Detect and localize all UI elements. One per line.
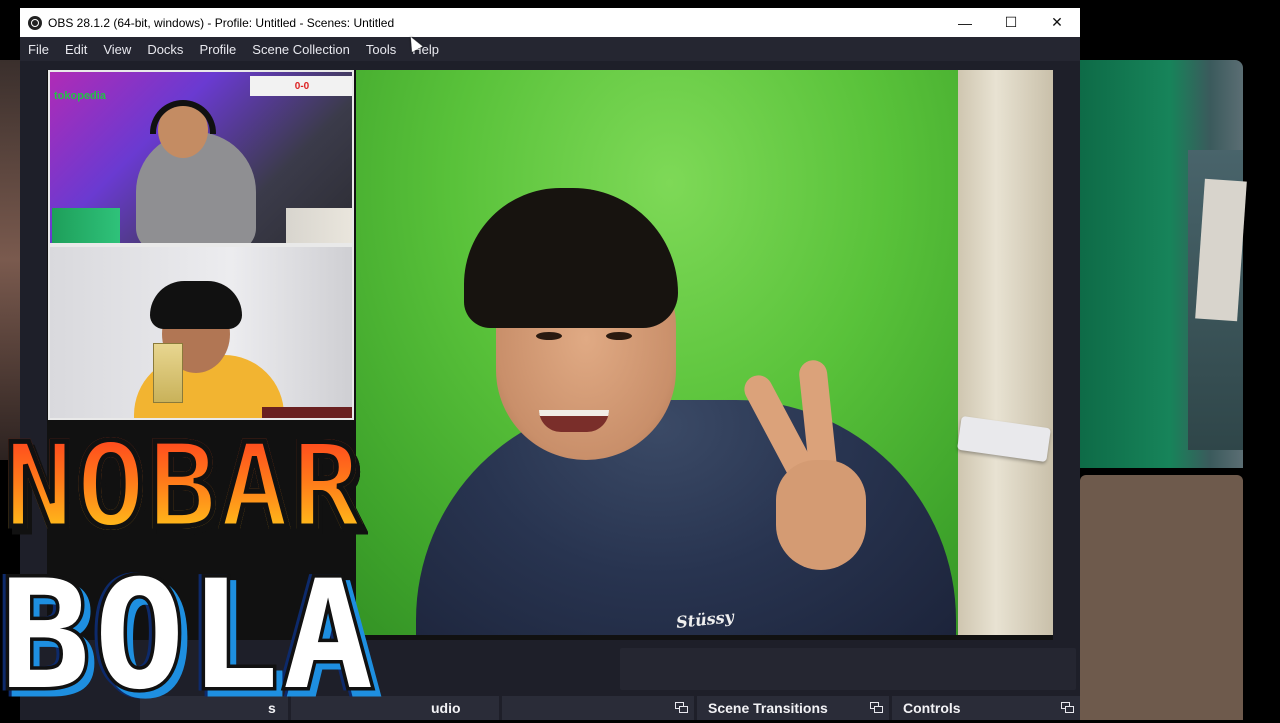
dock-panel	[620, 648, 1076, 690]
dock-controls-header[interactable]: Controls	[892, 696, 1080, 720]
dock-controls-label: Controls	[903, 700, 961, 716]
window-controls: — ☐ ✕	[942, 8, 1080, 37]
pip-webcam-source[interactable]	[48, 245, 354, 420]
menu-docks[interactable]: Docks	[139, 42, 191, 57]
float-dock-icon[interactable]	[870, 702, 883, 713]
menu-scene-collection[interactable]: Scene Collection	[244, 42, 358, 57]
obs-logo-icon	[28, 15, 42, 30]
pip-thumbnail-right	[286, 208, 352, 243]
camera-source[interactable]: Stüssy	[356, 70, 1053, 635]
hand-palm	[776, 460, 866, 570]
dock-scenes-label: s	[268, 700, 276, 716]
pip-stream-source[interactable]: tokopedia 0-0	[48, 70, 354, 245]
dock-sources-header[interactable]	[502, 696, 694, 720]
score-banner: 0-0	[250, 76, 352, 96]
menu-file[interactable]: File	[20, 42, 57, 57]
dock-audio-header[interactable]: udio	[291, 696, 499, 720]
dock-scenes-header[interactable]: s	[140, 696, 288, 720]
dock-scene-transitions-label: Scene Transitions	[708, 700, 828, 716]
title-bar[interactable]: OBS 28.1.2 (64-bit, windows) - Profile: …	[20, 8, 1080, 37]
menu-tools[interactable]: Tools	[358, 42, 404, 57]
person-mouth	[539, 410, 609, 432]
person-left-eye	[536, 332, 562, 340]
background-desk	[1080, 475, 1243, 720]
maximize-button[interactable]: ☐	[988, 8, 1034, 37]
peace-sign-hand	[739, 358, 876, 580]
window-title: OBS 28.1.2 (64-bit, windows) - Profile: …	[48, 15, 395, 30]
float-dock-icon[interactable]	[675, 702, 688, 713]
close-button[interactable]: ✕	[1034, 8, 1080, 37]
speaker	[262, 407, 352, 418]
menu-profile[interactable]: Profile	[191, 42, 244, 57]
menu-bar: File Edit View Docks Profile Scene Colle…	[20, 37, 1080, 61]
menu-view[interactable]: View	[95, 42, 139, 57]
brand-label: tokopedia	[54, 90, 106, 102]
minimize-button[interactable]: —	[942, 8, 988, 37]
dock-scene-transitions-header[interactable]: Scene Transitions	[697, 696, 889, 720]
headset-icon	[150, 100, 216, 134]
person-hair	[464, 188, 678, 328]
pip-thumbnail-left	[52, 208, 120, 243]
milk-carton	[153, 343, 183, 403]
camera-wall	[958, 70, 1053, 635]
float-dock-icon[interactable]	[1061, 702, 1074, 713]
dock-audio-label: udio	[431, 700, 461, 716]
background-left-strip	[0, 60, 20, 460]
menu-edit[interactable]: Edit	[57, 42, 95, 57]
pip2-person-hair	[150, 281, 242, 329]
person-right-eye	[606, 332, 632, 340]
